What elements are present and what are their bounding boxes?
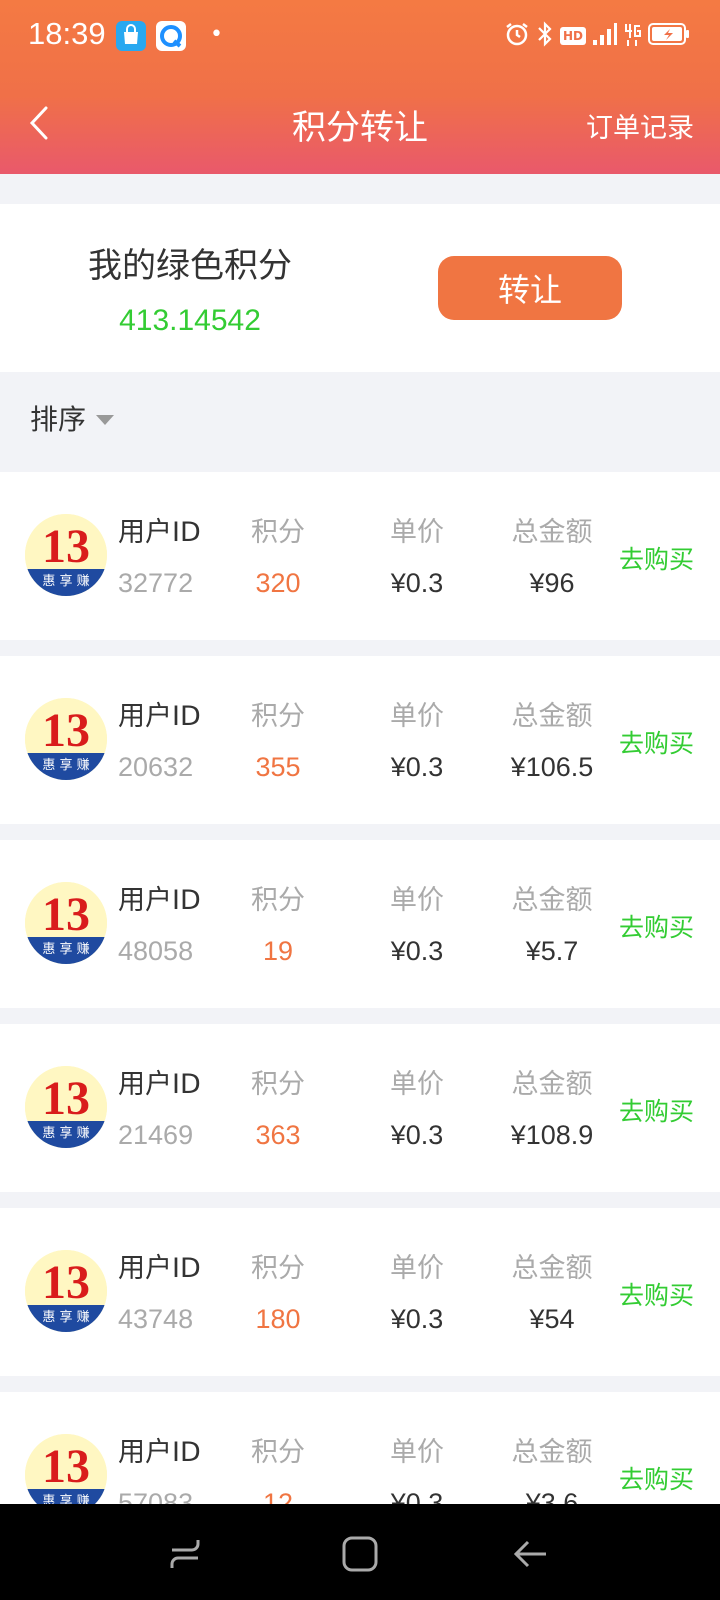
user-id-header: 用户ID (118, 1253, 201, 1284)
total-value: ¥106.5 (510, 752, 594, 782)
unit-price-value: ¥0.3 (390, 936, 444, 966)
listing-card: 13 惠 享 赚 用户ID 积分 单价 总金额 21469 363 ¥0.3 ¥… (0, 1024, 720, 1192)
points-header: 积分 (251, 885, 305, 916)
user-avatar: 13 惠 享 赚 (25, 514, 107, 596)
listing-card: 13 惠 享 赚 用户ID 积分 单价 总金额 43748 180 ¥0.3 ¥… (0, 1208, 720, 1376)
unit-price-value: ¥0.3 (390, 568, 444, 598)
user-id-header: 用户ID (118, 517, 201, 548)
avatar-tagline: 惠 享 赚 (42, 1309, 89, 1325)
recent-apps-icon[interactable] (166, 1534, 206, 1574)
buy-button[interactable]: 去购买 (619, 540, 694, 576)
total-header: 总金额 (511, 517, 593, 548)
avatar-number: 13 (42, 520, 90, 573)
total-header: 总金额 (511, 885, 593, 916)
user-id-header: 用户ID (118, 701, 201, 732)
points-header: 积分 (251, 1437, 305, 1468)
points-header: 积分 (251, 701, 305, 732)
status-time: 18:39 (28, 16, 106, 51)
user-avatar: 13 惠 享 赚 (25, 1066, 107, 1148)
points-value: 180 (255, 1304, 301, 1334)
total-header: 总金额 (511, 1069, 593, 1100)
user-id-value: 21469 (118, 1120, 194, 1150)
avatar-number: 13 (42, 1072, 90, 1125)
qq-browser-app-icon (156, 21, 186, 51)
user-avatar: 13 惠 享 赚 (25, 698, 107, 780)
buy-button[interactable]: 去购买 (619, 1460, 694, 1496)
unit-price-header: 单价 (390, 701, 444, 732)
4g-icon (624, 21, 642, 51)
user-id-value: 20632 (118, 752, 194, 782)
total-value: ¥54 (529, 1304, 575, 1334)
listing-card: 13 惠 享 赚 用户ID 积分 单价 总金额 20632 355 ¥0.3 ¥… (0, 656, 720, 824)
back-nav-icon[interactable] (512, 1534, 552, 1574)
balance-value: 413.14542 (119, 304, 261, 337)
total-value: ¥108.9 (510, 1120, 594, 1150)
nav-bar: 积分转让 订单记录 (0, 80, 720, 170)
unit-price-header: 单价 (390, 885, 444, 916)
buy-button[interactable]: 去购买 (619, 1276, 694, 1312)
buy-button[interactable]: 去购买 (619, 908, 694, 944)
order-records-link[interactable]: 订单记录 (586, 106, 694, 145)
sort-dropdown[interactable]: 排序 (30, 398, 115, 438)
home-icon[interactable] (340, 1534, 380, 1574)
points-header: 积分 (251, 1253, 305, 1284)
caret-down-icon (96, 415, 115, 425)
avatar-tagline: 惠 享 赚 (42, 941, 89, 957)
status-indicators: HD (504, 20, 690, 52)
points-value: 320 (255, 568, 301, 598)
unit-price-header: 单价 (390, 1253, 444, 1284)
buy-button[interactable]: 去购买 (619, 724, 694, 760)
status-bar: 18:39 • HD (0, 0, 720, 76)
points-value: 363 (255, 1120, 301, 1150)
points-header: 积分 (251, 517, 305, 548)
unit-price-value: ¥0.3 (390, 752, 444, 782)
avatar-number: 13 (42, 1440, 90, 1493)
user-avatar: 13 惠 享 赚 (25, 1250, 107, 1332)
total-value: ¥5.7 (525, 936, 579, 966)
hd-icon: HD (559, 27, 586, 45)
total-header: 总金额 (511, 1437, 593, 1468)
avatar-tagline: 惠 享 赚 (42, 573, 89, 589)
shopping-bag-app-icon (116, 21, 146, 51)
unit-price-header: 单价 (390, 1069, 444, 1100)
listing-card: 13 惠 享 赚 用户ID 积分 单价 总金额 32772 320 ¥0.3 ¥… (0, 472, 720, 640)
user-avatar: 13 惠 享 赚 (25, 882, 107, 964)
sort-label: 排序 (30, 403, 87, 436)
points-header: 积分 (251, 1069, 305, 1100)
user-id-header: 用户ID (118, 1069, 201, 1100)
bluetooth-icon (536, 21, 554, 51)
alarm-icon (504, 21, 530, 51)
total-header: 总金额 (511, 701, 593, 732)
signal-icon (592, 22, 618, 50)
listing-card: 13 惠 享 赚 用户ID 积分 单价 总金额 48058 19 ¥0.3 ¥5… (0, 840, 720, 1008)
user-id-value: 43748 (118, 1304, 194, 1334)
avatar-number: 13 (42, 1256, 90, 1309)
transfer-button[interactable]: 转让 (438, 256, 622, 320)
notification-dot: • (210, 22, 223, 47)
balance-card: 我的绿色积分 413.14542 转让 (0, 204, 720, 372)
user-id-value: 32772 (118, 568, 194, 598)
points-value: 19 (262, 936, 294, 966)
buy-button[interactable]: 去购买 (619, 1092, 694, 1128)
battery-charging-icon (648, 22, 690, 50)
unit-price-value: ¥0.3 (390, 1120, 444, 1150)
unit-price-value: ¥0.3 (390, 1304, 444, 1334)
user-id-header: 用户ID (118, 1437, 201, 1468)
balance-label: 我的绿色积分 (88, 246, 292, 286)
avatar-tagline: 惠 享 赚 (42, 757, 89, 773)
avatar-number: 13 (42, 888, 90, 941)
app-header: 18:39 • HD 积分转让 订单记录 (0, 0, 720, 174)
avatar-number: 13 (42, 704, 90, 757)
total-value: ¥96 (529, 568, 575, 598)
user-id-value: 48058 (118, 936, 194, 966)
avatar-tagline: 惠 享 赚 (42, 1125, 89, 1141)
unit-price-header: 单价 (390, 517, 444, 548)
points-value: 355 (255, 752, 301, 782)
unit-price-header: 单价 (390, 1437, 444, 1468)
total-header: 总金额 (511, 1253, 593, 1284)
system-nav-bar (0, 1504, 720, 1600)
user-id-header: 用户ID (118, 885, 201, 916)
